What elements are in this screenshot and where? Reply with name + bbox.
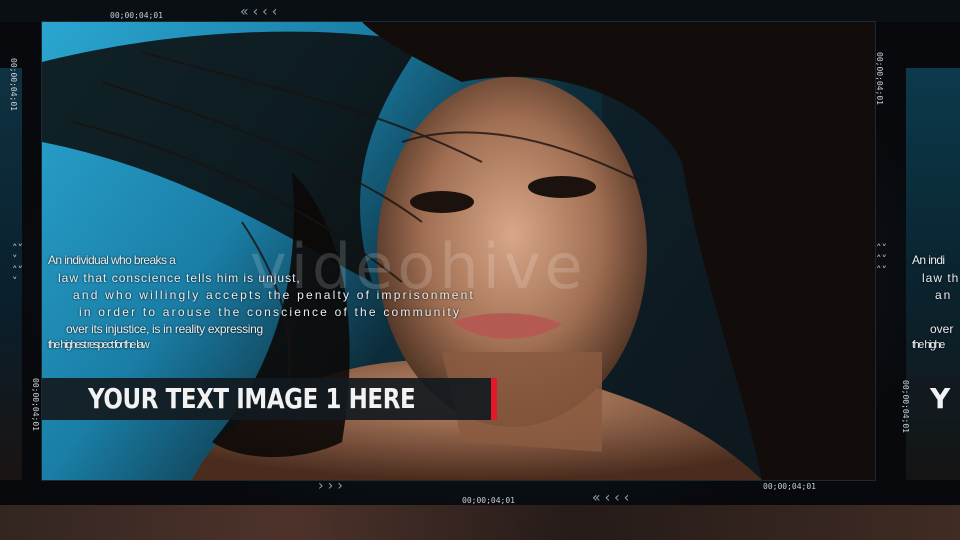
right-quote-fragment-5: the highe <box>912 339 945 351</box>
chevron-left-icon: «‹‹‹ <box>240 4 282 20</box>
right-quote-fragment-3: an <box>935 288 953 302</box>
chevron-right-icon: ››› <box>318 478 347 494</box>
quote-line-5: over its injustice, is in reality expres… <box>66 322 263 336</box>
timecode-top: 00;00;04;01 <box>110 11 163 20</box>
video-frame-stage: videohive An individual who breaks a law… <box>0 0 960 540</box>
right-quote-fragment-4: over <box>930 322 954 336</box>
chevron-updown-icon: ˄˅ ˅ ˄˅ ˅ <box>12 242 23 288</box>
right-quote-fragment-2: law th <box>922 271 960 285</box>
bottom-filmstrip <box>0 505 960 540</box>
timecode-right-vertical-bottom: 00;00;04;01 <box>901 380 910 433</box>
timecode-left-vertical-bottom: 00;00;04;01 <box>31 378 40 431</box>
timecode-bottom-right: 00;00;04;01 <box>763 482 816 491</box>
timecode-left-vertical-top: 00;00;04;01 <box>9 58 18 111</box>
timecode-right-vertical-top: 00;00;04;01 <box>875 52 884 105</box>
caption-accent-stripe <box>491 378 497 420</box>
quote-line-6: the highest respect for the law <box>48 339 150 351</box>
quote-line-2: law that conscience tells him is unjust, <box>58 271 301 285</box>
quote-line-4: in order to arouse the conscience of the… <box>79 305 462 319</box>
chevron-left-icon: «‹‹‹ <box>592 490 634 506</box>
chevron-updown-icon: ˄˅ ˄˅ ˄˅ <box>876 242 887 277</box>
caption-title: YOUR TEXT IMAGE 1 HERE <box>88 382 416 415</box>
right-quote-fragment-1: An indi <box>912 253 945 267</box>
right-caption-title: Y <box>930 382 951 415</box>
timecode-bottom: 00;00;04;01 <box>462 496 515 505</box>
quote-line-1: An individual who breaks a <box>48 253 176 267</box>
quote-line-3: and who willingly accepts the penalty of… <box>73 288 476 302</box>
